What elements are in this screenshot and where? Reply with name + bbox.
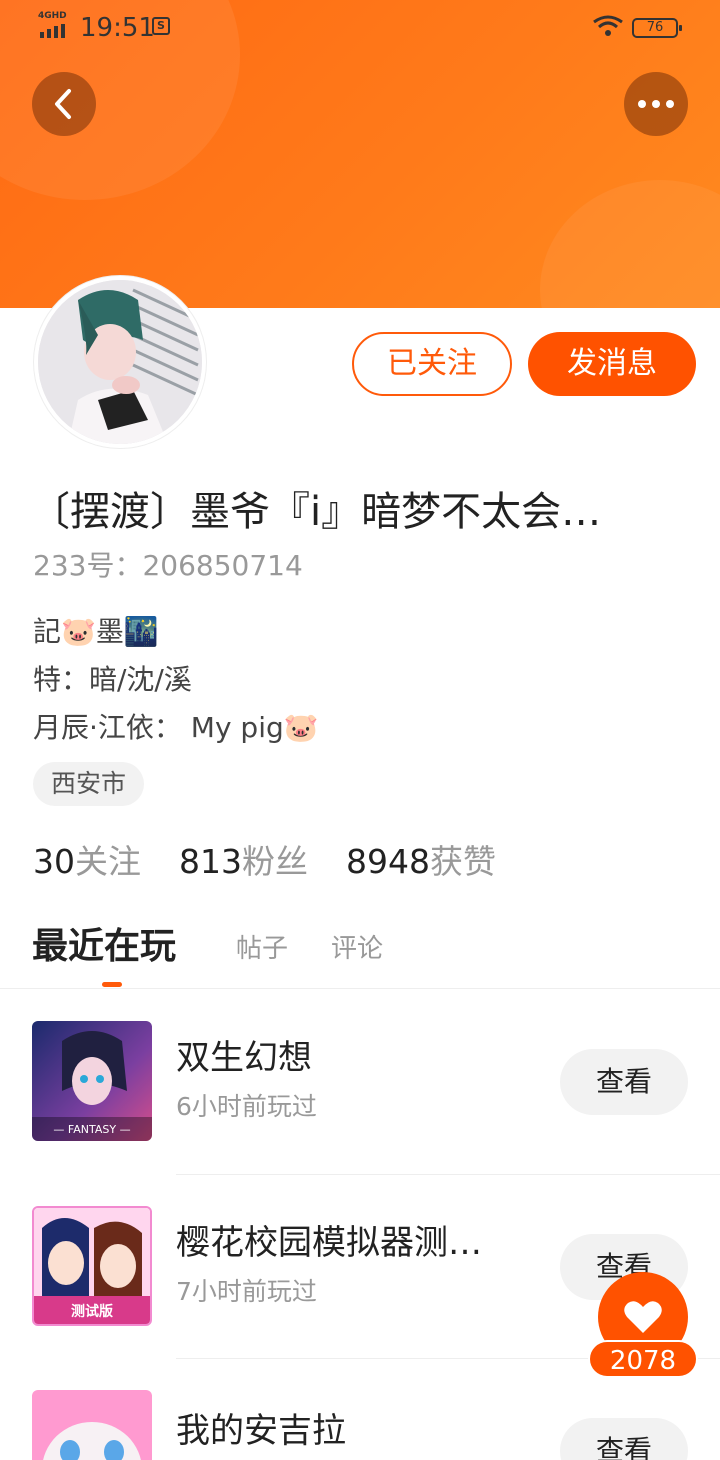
tab-posts[interactable]: 帖子 [236, 928, 288, 970]
heart-icon [624, 1301, 662, 1333]
status-time: 19:51 [80, 13, 155, 43]
game-icon-sakura-school: 测试版 [32, 1206, 152, 1326]
more-options-button[interactable] [624, 72, 688, 136]
tab-comments[interactable]: 评论 [331, 928, 383, 970]
back-arrow-icon [55, 89, 71, 119]
game-last-played: 6小时前玩过 [176, 1092, 317, 1121]
user-id: 233号：206850714 [33, 549, 303, 582]
header-decoration [540, 180, 720, 308]
divider [176, 1174, 720, 1175]
signal-icon [40, 24, 65, 38]
game-name: 我的安吉拉 [176, 1411, 346, 1451]
following-button[interactable]: 已关注 [352, 332, 512, 396]
bio-line: 記🐷墨🌃 [33, 615, 159, 648]
tab-recently-played[interactable]: 最近在玩 [32, 922, 176, 972]
wifi-icon [593, 15, 623, 36]
game-last-played: 7小时前玩过 [176, 1277, 317, 1306]
like-count-badge: 2078 [588, 1340, 698, 1378]
game-name: 樱花校园模拟器测… [176, 1223, 482, 1263]
profile-name: 〔摆渡〕墨爷『i』暗梦不太会… [30, 489, 602, 535]
game-icon-shuangsheng: — FANTASY — [32, 1021, 152, 1141]
svg-text:— FANTASY —: — FANTASY — [53, 1123, 130, 1136]
profile-stats: 30关注 813粉丝 8948获赞 [33, 838, 496, 886]
status-bar: 4GHD 19:51 S 76 [0, 0, 720, 56]
active-tab-indicator [102, 982, 122, 987]
likes-count: 8948获赞 [346, 842, 496, 881]
battery-icon: 76 [632, 18, 682, 38]
game-icon-angela [32, 1390, 152, 1460]
more-dots-icon [638, 100, 674, 108]
back-button[interactable] [32, 72, 96, 136]
view-game-button[interactable]: 查看 [560, 1418, 688, 1460]
list-item[interactable]: 我的安吉拉 查看 [0, 1390, 720, 1460]
avatar[interactable] [34, 276, 206, 448]
view-game-button[interactable]: 查看 [560, 1049, 688, 1115]
profile-tabs: 最近在玩 帖子 评论 [0, 918, 720, 989]
game-name: 双生幻想 [176, 1038, 312, 1078]
profile-bio: 記🐷墨🌃 特：暗/沈/溪 月辰·江依： My pig🐷 [33, 608, 319, 752]
avatar-illustration [38, 280, 202, 444]
fans-count[interactable]: 813粉丝 [179, 842, 308, 881]
bio-line: 月辰·江依： My pig🐷 [33, 711, 319, 744]
bio-line: 特：暗/沈/溪 [33, 663, 192, 696]
following-count[interactable]: 30关注 [33, 842, 141, 881]
network-type-label: 4GHD [38, 11, 67, 21]
location-tag: 西安市 [33, 762, 145, 806]
sim-icon: S [152, 17, 170, 35]
svg-text:测试版: 测试版 [71, 1303, 113, 1320]
avatar-image [38, 280, 202, 444]
send-message-button[interactable]: 发消息 [528, 332, 696, 396]
list-item[interactable]: — FANTASY — 双生幻想 6小时前玩过 查看 [0, 1021, 720, 1205]
